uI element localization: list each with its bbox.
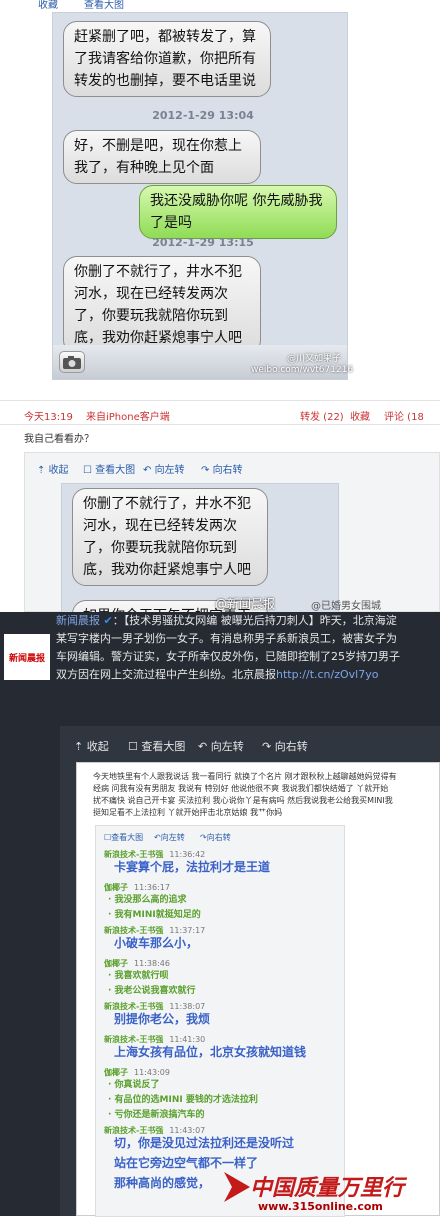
chat-message-sina: 切，你是没见过法拉利还是没听过	[114, 1136, 295, 1150]
rotate-left-button[interactable]: ↶向左转	[154, 832, 185, 843]
view-big-link-top[interactable]: 查看大图	[84, 0, 124, 11]
view-big-button[interactable]: ☐查看大图	[104, 832, 143, 843]
chat-message-sina: 那种高尚的感觉，	[114, 1176, 211, 1190]
document-text: 今天地铁里有个人跟我说话 我一看同行 就换了个名片 刚才跟秋秋上越聊越她妈觉得有…	[93, 772, 397, 817]
weibo-post-bottom: 新闻晨报 新闻晨报 ✔：【技术男骚扰女网编 被曝光后持刀刺人】昨天，北京海淀 某…	[0, 612, 440, 1217]
avatar-logo-text: 新闻晨报	[8, 653, 45, 664]
rotate-left-button[interactable]: ↶ 向左转	[143, 461, 185, 476]
comment-link[interactable]: 评论 (18	[384, 408, 424, 423]
chat-header: 伽椰子 11:43:09	[104, 1068, 170, 1077]
chat-message-sina: 小破车那么小，	[114, 936, 199, 950]
timestamp: 2012-1-29 13:15	[152, 236, 254, 249]
watermark-handle: @新闻晨报	[384, 1203, 430, 1213]
view-big-button[interactable]: ☐ 查看大图	[128, 738, 185, 754]
watermark-brand: 中国质量万里行	[250, 1175, 405, 1201]
collapse-button[interactable]: ⇡ 收起	[37, 461, 69, 476]
view-big-button[interactable]: ☐ 查看大图	[83, 461, 135, 476]
post-line: 车网编辑。警方证实，女子所幸仅皮外伤，已随即控制了25岁持刀男子	[56, 650, 400, 663]
chat-log-screenshot: ☐查看大图 ↶向左转 ↷向右转 新浪技术-王书强 11:36:42 卡宴算个屁，法拉…	[95, 825, 345, 1217]
watermark-url: weibo.com/wvt671216	[251, 365, 354, 375]
chat-message-user: · 亏你还是新浪搞汽车的	[108, 1110, 205, 1120]
post-line: 双方因在网上交流过程中产生纠纷。北京晨报	[56, 668, 276, 681]
chat-header: 伽椰子 11:36:17	[104, 883, 170, 892]
logo-icon	[224, 1172, 250, 1202]
post-time[interactable]: 今天13:19	[24, 408, 73, 423]
post-line: 某写字楼内一男子划伤一女子。有消息称男子系新浪员工，被害女子为	[56, 632, 397, 645]
message-bubble-received: 赶紧删了吧，都被转发了，算了我请客给你道歉，你把所有转发的也删掉，要不电话里说	[63, 21, 271, 97]
collect-link[interactable]: 收藏	[350, 408, 370, 423]
chat-header: 伽椰子 11:38:46	[104, 959, 170, 968]
sms-screenshot-1[interactable]: 赶紧删了吧，都被转发了，算了我请客给你道歉，你把所有转发的也删掉，要不电话里说 …	[52, 12, 353, 380]
post-line: ：【技术男骚扰女网编 被曝光后持刀刺人】昨天，北京海淀	[112, 614, 397, 627]
collect-link-top[interactable]: 收藏	[38, 0, 58, 11]
repost-card: ⇡ 收起 ☐ 查看大图 ↶ 向左转 ↷ 向右转 你删了不就行了，井水不犯河水，现…	[24, 452, 440, 615]
message-bubble-sent: 我还没威胁你呢 你先威胁我了是吗	[139, 185, 337, 239]
watermark-url: www.315online.com	[258, 1200, 383, 1213]
rotate-right-button[interactable]: ↷ 向右转	[201, 461, 243, 476]
chat-message-user: · 你真说反了	[108, 1080, 160, 1090]
avatar[interactable]: 新闻晨报	[4, 634, 50, 680]
timestamp: 2012-1-29 13:04	[152, 109, 254, 122]
chat-message-sina: 卡宴算个屁，法拉利才是王道	[114, 860, 271, 874]
collapse-button[interactable]: ⇡ 收起	[74, 738, 109, 754]
comment-text: 我自己看看办？	[24, 434, 94, 445]
post-body: 新闻晨报 ✔：【技术男骚扰女网编 被曝光后持刀刺人】昨天，北京海淀 某写字楼内一…	[56, 612, 440, 684]
chat-message-user: · 我喜欢就行呗	[108, 971, 169, 981]
message-bubble-received: 你删了不就行了，井水不犯河水，现在已经转发两次了，你要玩我就陪你玩到底，我劝你赶…	[72, 488, 268, 586]
watermark-handle: @新闻晨报	[215, 597, 276, 611]
chat-message-sina: 上海女孩有品位，北京女孩就知道钱	[114, 1045, 307, 1059]
sms-screenshot-2[interactable]: 你删了不就行了，井水不犯河水，现在已经转发两次了，你要玩我就陪你玩到底，我劝你赶…	[61, 483, 339, 615]
screenshot-document[interactable]: 今天地铁里有个人跟我说话 我一看同行 就换了个名片 刚才跟秋秋上越聊越她妈觉得有…	[76, 762, 440, 1217]
chat-message-user: · 有品位的选MINI 要钱的才选法拉利	[108, 1095, 258, 1105]
post-source[interactable]: 来自iPhone客户端	[86, 408, 170, 423]
watermark-handle: @已婚男女围城	[311, 601, 381, 612]
rotate-right-button[interactable]: ↷向右转	[200, 832, 231, 843]
weibo-post-top: 收藏 查看大图 赶紧删了吧，都被转发了，算了我请客给你道歉，你把所有转发的也删掉…	[0, 0, 440, 615]
rotate-left-button[interactable]: ↶ 向左转	[198, 738, 244, 754]
divider	[0, 424, 440, 425]
author-name[interactable]: 新闻晨报	[56, 614, 100, 627]
message-bubble-received: 好，不删是吧，现在你惹上我了，有种晚上见个面	[63, 130, 261, 184]
chat-message-user: · 我没那么高的追求	[108, 895, 187, 905]
post-link[interactable]: http://t.cn/zOvl7yo	[276, 668, 378, 681]
divider	[0, 400, 440, 401]
chat-message-user: · 我有MINI就挺知足的	[108, 910, 201, 920]
chat-message-sina: 站在它旁边空气都不一样了	[114, 1156, 259, 1170]
message-bubble-received: 你删了不就行了，井水不犯河水，现在已经转发两次了，你要玩我就陪你玩到底，我劝你赶…	[63, 256, 261, 354]
chat-message-user: · 我老公说我喜欢就行	[108, 986, 196, 996]
watermark-handle: @川又如果子	[287, 354, 342, 364]
repost-link[interactable]: 转发 (22)	[300, 408, 344, 423]
rotate-right-button[interactable]: ↷ 向右转	[262, 738, 308, 754]
chat-message-sina: 别提你老公，我烦	[114, 1012, 211, 1026]
camera-icon[interactable]	[59, 351, 85, 373]
